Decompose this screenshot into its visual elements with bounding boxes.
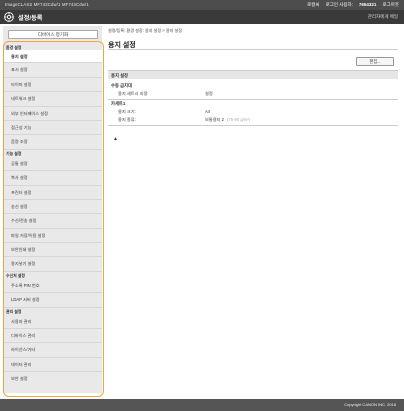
paper-settings-section: 용지 설정 수동 급지대 용지 세트시 지정: 설정 카세트1 용지 크기: A… [108,70,398,126]
sidebar-item[interactable]: 복사 설정 [3,171,102,186]
sidebar-item[interactable]: 접근성 기능 [3,121,102,136]
setting-value: A4 [205,108,211,114]
sidebar-item[interactable]: 라이선스/기타 [3,343,102,358]
setting-label: 용지 세트시 지정: [118,91,149,96]
device-info: ImageCLASS MF743Cdw/1 MF743Cdw/1 [5,2,89,7]
breadcrumb: 설정/등록: 환경 설정: 용지 설정 > 용지 설정 [108,28,183,33]
sidebar-item[interactable]: 데이터 관리 [3,358,102,373]
sidebar-item-paper-settings[interactable]: 용지 설정 [3,49,102,64]
section-header: 용지 설정 [108,70,398,79]
login-user-id: 7654321 [358,2,377,7]
paper-type-extra: (75-90 g/m²) [227,116,251,122]
sidebar-item[interactable]: 파일 저장/이용 설정 [3,229,102,244]
main-content: 설정/등록: 환경 설정: 용지 설정 > 용지 설정 용지 설정 편집... … [108,28,398,126]
sidebar-item[interactable]: 보안 설정 [3,372,102,386]
sidebar-item[interactable]: 수신/전송 설정 [3,214,102,229]
sidebar-item[interactable]: 송신 설정 [3,200,102,215]
sidebar-item[interactable]: 외부 인터페이스 설정 [3,107,102,121]
setting-row: 용지 세트시 지정: 설정 [108,91,398,97]
local-login-label: 로컬씨 [307,2,320,7]
logout-link[interactable]: 로그아웃 [382,2,399,8]
sidebar-item[interactable]: 프린터 설정 [3,186,102,200]
sidebar-item[interactable]: 보안인쇄 설정 [3,243,102,258]
setting-row: 용지 크기: A4 [108,109,398,115]
app-titlebar: 설정/등록 관리자에게 메일 [0,10,404,24]
sidebar-item[interactable]: 공통 설정 [3,157,102,172]
sidebar-item[interactable]: LDAP 서버 설정 [3,293,102,308]
app-title: 설정/등록 [18,15,43,22]
sidebar-item[interactable]: 용지넣기 설정 [3,257,102,272]
sidebar-item[interactable]: 표시 설정 [3,63,102,78]
copyright: Copyright CANON INC. 2018 [344,402,396,407]
footer: Copyright CANON INC. 2018 [0,399,404,411]
edit-button[interactable]: 편집... [356,57,394,66]
sidebar-item[interactable]: 음량 조정 [3,135,102,150]
login-area: 로컬씨 로그인 사용자: 7654321 로그아웃 [307,2,399,8]
sidebar-menu: 환경 설정 용지 설정 표시 설정 타이머 설정 네트워크 설정 외부 인터페이… [3,44,102,387]
top-status-bar: ImageCLASS MF743Cdw/1 MF743Cdw/1 로컬씨 로그인… [0,0,404,10]
setting-label: 용지 크기: [118,108,136,114]
cassette-title: 카세트1 [111,100,126,106]
admin-mail-link[interactable]: 관리자에게 메일 [368,14,398,20]
sidebar-item[interactable]: 타이머 설정 [3,78,102,93]
manual-feed-title: 수동 급지대 [111,83,132,88]
setting-row: 용지 종류: 보통용지 2 (75-90 g/m²) [108,117,398,123]
sidebar-item[interactable]: 디바이스 관리 [3,329,102,344]
setting-value: 보통용지 2 (75-90 g/m²) [205,117,398,123]
divider [108,99,398,100]
device-init-button[interactable]: 디바이스 정기화 [8,30,98,39]
sidebar-item[interactable]: 네트워크 설정 [3,92,102,107]
sidebar-item[interactable]: 사용자 관리 [3,315,102,330]
title-divider [108,49,398,50]
sidebar-item[interactable]: 주소록 PIN 번호 [3,279,102,294]
login-user-label: 로그인 사용자: [325,2,353,7]
setting-value: 설정 [205,91,213,96]
paper-type-value: 보통용지 2 [205,116,224,122]
divider [108,124,398,126]
back-to-top-link[interactable]: ▲ [113,136,118,142]
setting-label: 용지 종류: [118,116,136,122]
gear-icon [4,12,14,22]
